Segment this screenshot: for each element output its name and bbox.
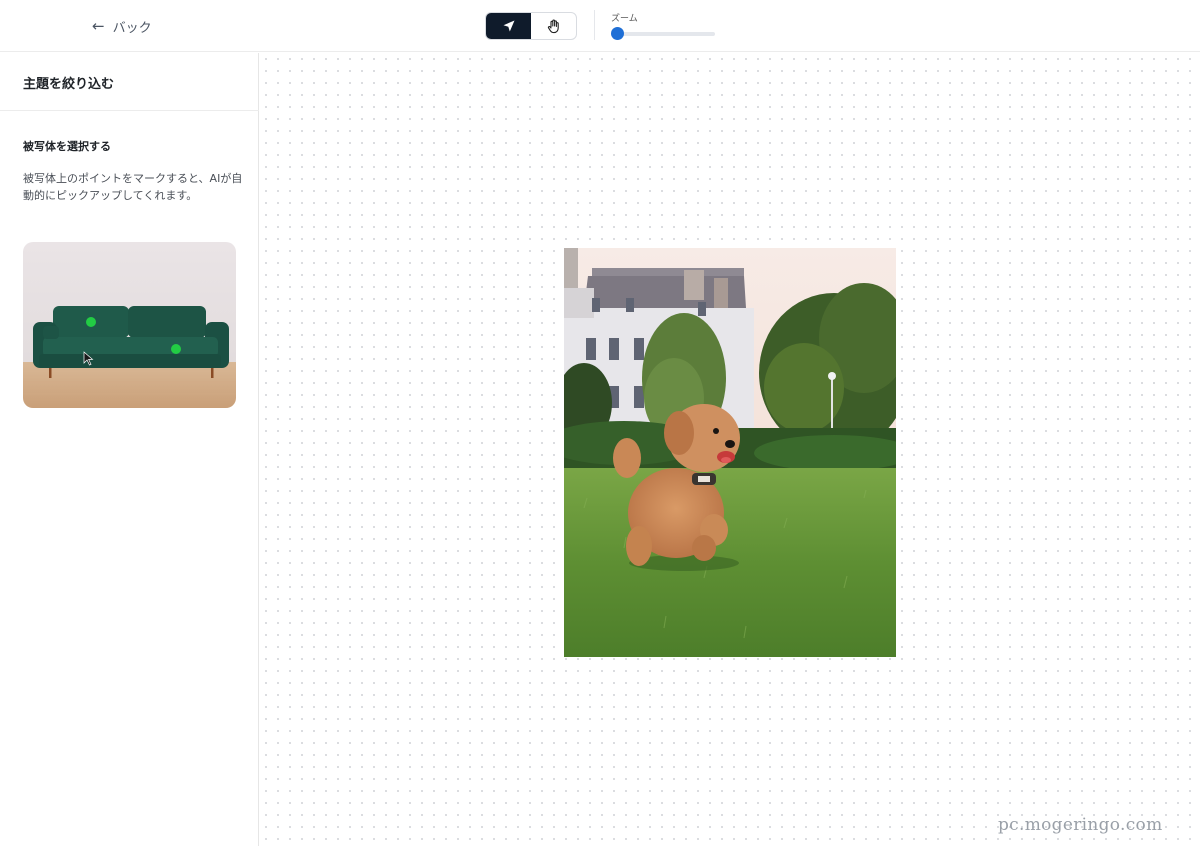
cursor-arrow-icon (503, 20, 514, 32)
example-sofa-image (23, 242, 236, 408)
toolbar-divider (594, 10, 595, 40)
zoom-slider-thumb[interactable] (611, 27, 624, 40)
back-label: バック (112, 20, 152, 36)
select-tool-button[interactable] (486, 13, 531, 39)
pan-tool-button[interactable] (531, 13, 576, 39)
sidebar: 主題を絞り込む 被写体を選択する 被写体上のポイントをマークすると、AIが自動的… (0, 53, 259, 846)
sidebar-subtitle: 被写体を選択する (23, 140, 111, 153)
image-canvas[interactable] (260, 53, 1200, 846)
back-button[interactable]: ← バック (92, 15, 152, 37)
tool-toggle-group (485, 12, 577, 40)
zoom-slider-track[interactable] (614, 32, 715, 36)
sidebar-title: 主題を絞り込む (23, 77, 115, 92)
top-bar: ← バック ズーム (0, 0, 1200, 52)
watermark: pc.mogeringo.com (998, 815, 1163, 835)
sidebar-description: 被写体上のポイントをマークすると、AIが自動的にピックアップしてくれます。 (23, 172, 243, 202)
sidebar-divider (0, 110, 259, 111)
arrow-left-icon: ← (92, 16, 105, 35)
uploaded-photo[interactable] (564, 248, 896, 657)
zoom-label: ズーム (611, 14, 638, 24)
hand-icon (547, 19, 559, 33)
